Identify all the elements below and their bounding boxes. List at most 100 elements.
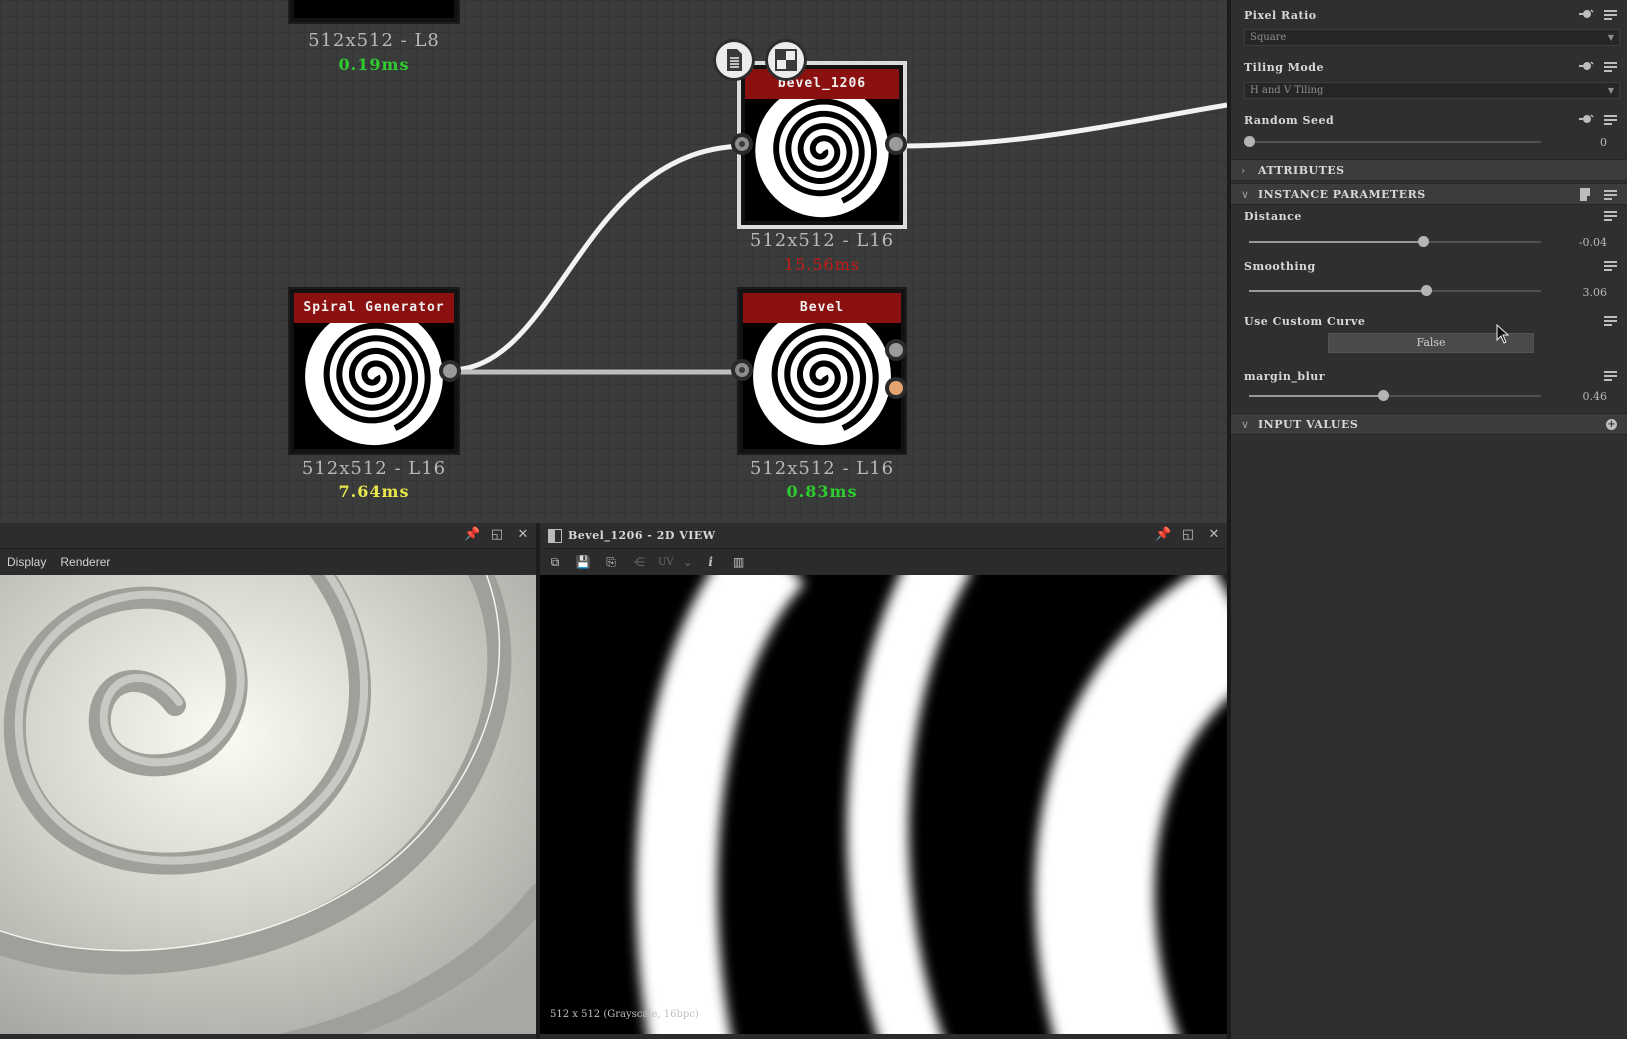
menu-icon[interactable] [1604,61,1617,72]
input-port[interactable] [731,133,753,155]
section-title: INPUT VALUES [1258,418,1359,431]
pin-icon[interactable]: 📌 [464,528,480,542]
node-timing: 0.19ms [338,55,410,74]
image-info-status: 512 x 512 (Grayscale, 16bpc) [550,1009,699,1020]
random-seed-label: Random Seed [1244,114,1335,127]
tiling-mode-dropdown[interactable]: H and V Tiling ▼ [1244,82,1620,99]
node-title: Bevel [743,293,901,323]
slider-knob[interactable] [1420,285,1432,296]
chevron-down-icon: ▼ [1607,33,1614,42]
wire-spiral-to-bevel1206 [449,143,746,373]
chevron-right-icon: › [1241,164,1246,177]
node-thumbnail [294,0,454,18]
2d-viewport[interactable]: 512 x 512 (Grayscale, 16bpc) [540,575,1227,1034]
output-port[interactable] [885,133,907,155]
node-timing: 7.64ms [338,482,410,501]
smoothing-value[interactable]: 3.06 [1547,286,1608,299]
pixel-ratio-label: Pixel Ratio [1244,9,1317,22]
random-seed-value[interactable]: 0 [1547,136,1607,149]
link-icon[interactable] [1578,60,1594,72]
node-timing: 15.56ms [783,255,861,274]
node-thumbnail [294,323,454,449]
node-timing: 0.83ms [786,482,858,501]
random-seed-slider[interactable] [1244,136,1541,148]
2d-view-toolbar: ⧉ 💾 ⎘ ⋲ UV ⌄ i ▥ [540,549,1227,575]
graph-node-bevel-1206[interactable]: bevel_1206 [737,61,907,229]
input-values-section-header[interactable]: ∨ INPUT VALUES + [1231,413,1627,435]
graph-node-bevel[interactable]: Bevel [737,287,907,455]
info-icon[interactable]: i [702,554,720,570]
section-title: ATTRIBUTES [1258,164,1345,177]
menu-icon[interactable] [1604,9,1617,20]
uv-dropdown[interactable]: UV [658,557,674,568]
use-custom-curve-label: Use Custom Curve [1244,315,1366,328]
node-graph[interactable]: 512x512 - L8 0.19ms Spiral Generator 512… [0,0,1227,523]
2d-view-title: Bevel_1206 - 2D VIEW [568,529,716,542]
float-icon[interactable]: ◱ [1181,528,1195,542]
menu-icon[interactable] [1604,315,1617,326]
tiling-mode-label: Tiling Mode [1244,61,1324,74]
slider-knob[interactable] [1244,136,1255,147]
chevron-down-icon[interactable]: ⌄ [683,554,693,570]
panel-header: Bevel_1206 - 2D VIEW 📌 ◱ ✕ [540,523,1227,549]
margin-blur-slider[interactable] [1249,390,1541,402]
3d-viewport[interactable] [0,575,536,1034]
save-icon[interactable]: 💾 [574,554,592,570]
copy-icon[interactable]: ⎘ [602,554,620,570]
node-resolution: 512x512 - L16 [301,458,447,479]
checker-icon[interactable] [765,39,807,81]
graph-wires [449,102,1227,375]
link-icon[interactable] [1578,8,1594,20]
fit-view-icon[interactable]: ⧉ [546,554,564,570]
menu-icon[interactable] [1604,114,1617,125]
slider-knob[interactable] [1417,236,1429,247]
document-icon[interactable] [713,39,755,81]
histogram-icon[interactable]: ▥ [730,554,748,570]
slider-knob[interactable] [1378,390,1390,401]
pixel-ratio-value: Square [1250,32,1287,43]
distance-value[interactable]: -0.04 [1547,236,1607,249]
graph-node-spiral-generator[interactable]: Spiral Generator [288,287,460,455]
3d-view-menu-bar: Display Renderer [0,549,536,575]
output-port-normal[interactable] [885,377,907,399]
instance-parameters-section-header[interactable]: ∨ INSTANCE PARAMETERS [1231,183,1627,205]
menu-renderer[interactable]: Renderer [60,555,110,569]
menu-icon[interactable] [1604,260,1617,271]
node-resolution: 512x512 - L8 [308,30,440,51]
node-resolution: 512x512 - L16 [749,458,895,479]
chevron-down-icon: ∨ [1241,418,1250,431]
attributes-section-header[interactable]: › ATTRIBUTES [1231,159,1627,181]
node-title: bevel_1206 [745,69,899,99]
close-icon[interactable]: ✕ [1207,528,1221,542]
preset-icon[interactable] [1580,188,1592,201]
smoothing-label: Smoothing [1244,260,1316,273]
smoothing-slider[interactable] [1249,285,1541,297]
menu-display[interactable]: Display [7,555,46,569]
link-icon[interactable] [1578,113,1594,125]
2d-view-icon [548,529,562,543]
margin-blur-label: margin_blur [1244,370,1326,383]
float-icon[interactable]: ◱ [490,528,504,542]
distance-label: Distance [1244,210,1302,223]
node-thumbnail [743,323,901,449]
tiling-mode-value: H and V Tiling [1250,85,1324,96]
output-port[interactable] [885,339,907,361]
node-resolution: 512x512 - L16 [749,230,895,251]
distance-slider[interactable] [1249,236,1541,248]
margin-blur-value[interactable]: 0.46 [1547,390,1608,403]
menu-icon[interactable] [1604,370,1617,381]
menu-icon[interactable] [1604,210,1617,221]
menu-icon[interactable] [1604,189,1617,200]
add-icon[interactable]: + [1606,419,1617,430]
node-thumbnail [745,99,899,221]
pin-icon[interactable]: 📌 [1155,528,1171,542]
output-port[interactable] [439,360,461,382]
input-port[interactable] [731,359,753,381]
node-title: Spiral Generator [294,293,454,323]
graph-node-top-partial[interactable] [288,0,460,24]
tiling-icon[interactable]: ⋲ [630,554,648,570]
close-icon[interactable]: ✕ [516,528,530,542]
pixel-ratio-dropdown[interactable]: Square ▼ [1244,29,1620,46]
section-title: INSTANCE PARAMETERS [1258,188,1426,201]
2d-view-panel: Bevel_1206 - 2D VIEW 📌 ◱ ✕ ⧉ 💾 ⎘ ⋲ UV ⌄ … [540,523,1227,1039]
